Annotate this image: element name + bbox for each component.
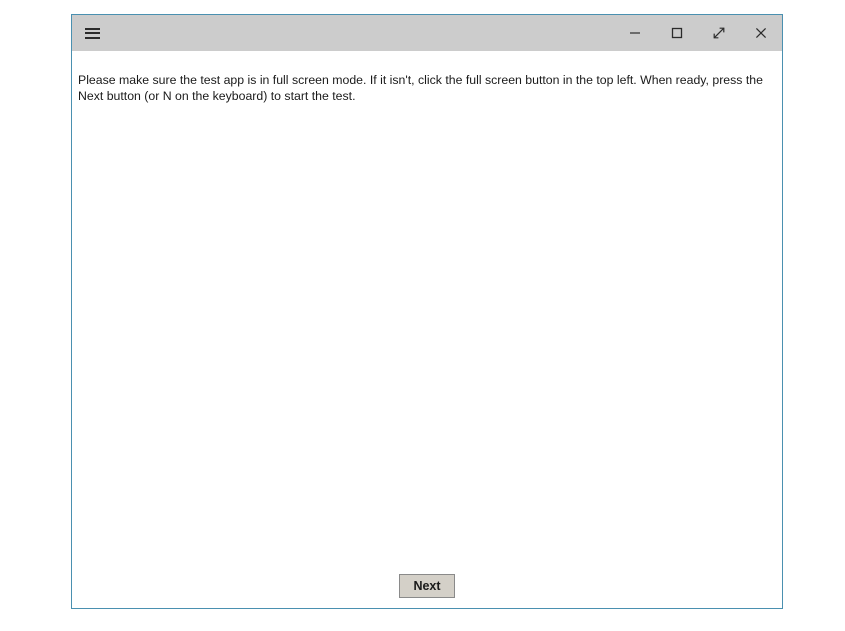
minimize-icon bbox=[628, 26, 642, 40]
fullscreen-button[interactable] bbox=[698, 15, 740, 51]
maximize-square-icon bbox=[670, 26, 684, 40]
hamburger-menu-icon bbox=[84, 27, 100, 39]
maximize-button[interactable] bbox=[656, 15, 698, 51]
hamburger-menu-button[interactable] bbox=[72, 15, 112, 51]
next-button[interactable]: Next bbox=[399, 574, 455, 598]
close-x-icon bbox=[753, 25, 769, 41]
minimize-button[interactable] bbox=[614, 15, 656, 51]
content-area: Please make sure the test app is in full… bbox=[72, 51, 782, 608]
close-button[interactable] bbox=[740, 15, 782, 51]
window-controls bbox=[614, 15, 782, 51]
title-bar bbox=[72, 15, 782, 51]
instruction-text: Please make sure the test app is in full… bbox=[78, 73, 763, 103]
app-window: Please make sure the test app is in full… bbox=[71, 14, 783, 609]
fullscreen-diagonal-arrows-icon bbox=[711, 25, 727, 41]
footer-area: Next bbox=[72, 574, 782, 598]
